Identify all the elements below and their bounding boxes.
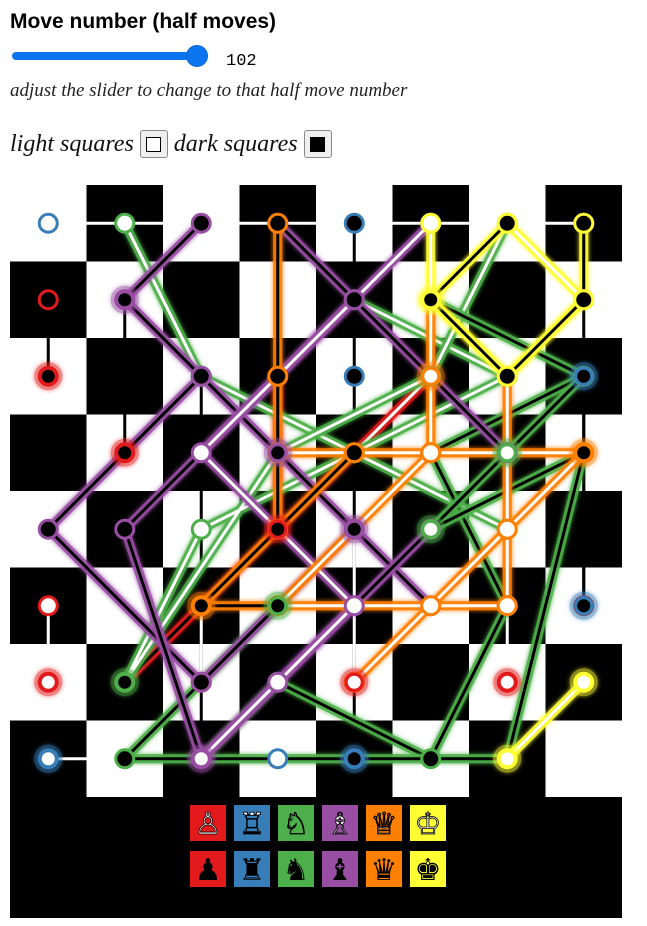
- light-squares-label: light squares: [10, 130, 134, 157]
- black-pawn-position: [268, 519, 288, 539]
- black-bishop-move-node: [343, 289, 365, 311]
- black-knight-icon: ♞: [278, 851, 314, 888]
- white-king-glyph: ♔: [415, 807, 442, 842]
- black-rook-position: [574, 366, 594, 386]
- black-queen-move-node: [343, 442, 365, 464]
- white-pawn-position: [497, 672, 517, 692]
- black-pawn-move-node: [37, 289, 59, 311]
- black-king-move-node: [496, 212, 518, 234]
- chess-board: ♙ ♖ ♘ ♗ ♕ ♔ ♟ ♜ ♞ ♝ ♛ ♚: [10, 185, 622, 918]
- black-bishop-move-node: [190, 212, 212, 234]
- slider-hint-text: adjust the slider to change to that half…: [10, 80, 408, 101]
- black-knight-position: [268, 596, 288, 616]
- dark-square-swatch: [310, 136, 326, 152]
- black-knight-position: [115, 672, 135, 692]
- black-rook-move-node: [343, 365, 365, 387]
- white-knight-position: [497, 443, 517, 463]
- black-bishop-icon: ♝: [322, 851, 358, 888]
- black-rook-position: [574, 596, 594, 616]
- black-queen-glyph: ♛: [371, 853, 398, 888]
- black-rook-position: [344, 749, 364, 769]
- move-number-slider[interactable]: [10, 44, 208, 68]
- black-queen-move-node: [267, 365, 289, 387]
- black-bishop-move-node: [190, 671, 212, 693]
- black-bishop-glyph: ♝: [327, 853, 354, 888]
- white-pawn-glyph: ♙: [195, 807, 222, 842]
- black-rook-move-node: [343, 212, 365, 234]
- white-knight-icon: ♘: [278, 805, 314, 842]
- black-knight-glyph: ♞: [283, 853, 310, 888]
- white-knight-move-node: [114, 212, 136, 234]
- board-square-h1: [545, 720, 622, 798]
- white-pawn-position: [344, 672, 364, 692]
- white-pawn-icon: ♙: [190, 805, 226, 842]
- black-king-move-node: [573, 289, 595, 311]
- white-queen-move-node: [420, 595, 442, 617]
- slider-track: [12, 52, 206, 60]
- slider-thumb[interactable]: [186, 45, 208, 67]
- white-bishop-move-node: [190, 442, 212, 464]
- dark-squares-label: dark squares: [173, 130, 298, 157]
- black-king-position: [421, 290, 441, 310]
- light-square-swatch: [146, 136, 162, 152]
- black-queen-position: [191, 596, 211, 616]
- black-queen-move-node: [267, 212, 289, 234]
- light-squares-color-picker[interactable]: [139, 130, 168, 158]
- white-bishop-move-node: [267, 671, 289, 693]
- white-pawn-move-node: [37, 595, 59, 617]
- white-rook-glyph: ♖: [239, 807, 266, 842]
- black-pawn-icon: ♟: [190, 851, 226, 888]
- white-bishop-position: [191, 749, 211, 769]
- white-rook-icon: ♖: [234, 805, 270, 842]
- black-knight-move-node: [420, 748, 442, 770]
- black-queen-position: [574, 443, 594, 463]
- white-queen-move-node: [420, 442, 442, 464]
- black-bishop-position: [344, 519, 364, 539]
- white-knight-move-node: [190, 518, 212, 540]
- black-bishop-position: [115, 290, 135, 310]
- white-pawn-position: [38, 672, 58, 692]
- page-title: Move number (half moves): [10, 10, 277, 33]
- black-king-move-node: [496, 365, 518, 387]
- white-knight-position: [421, 519, 441, 539]
- black-knight-move-node: [114, 748, 136, 770]
- white-king-position: [497, 749, 517, 769]
- legend-background: [10, 797, 622, 918]
- black-pawn-glyph: ♟: [195, 853, 222, 888]
- black-king-move-node: [573, 212, 595, 234]
- white-rook-move-node: [267, 748, 289, 770]
- black-king-glyph: ♚: [415, 853, 442, 888]
- black-king-icon: ♚: [410, 851, 446, 888]
- black-bishop-position: [268, 443, 288, 463]
- black-bishop-move-node: [37, 518, 59, 540]
- white-queen-move-node: [496, 518, 518, 540]
- white-rook-position: [38, 749, 58, 769]
- white-queen-move-node: [496, 595, 518, 617]
- square-color-controls: light squares dark squares: [10, 126, 338, 162]
- white-king-move-node: [420, 212, 442, 234]
- white-queen-glyph: ♕: [371, 807, 398, 842]
- white-knight-glyph: ♘: [283, 807, 310, 842]
- white-bishop-glyph: ♗: [327, 807, 354, 842]
- black-pawn-position: [115, 443, 135, 463]
- black-pawn-position: [38, 366, 58, 386]
- dark-squares-color-picker[interactable]: [303, 130, 332, 158]
- white-king-icon: ♔: [410, 805, 446, 842]
- black-queen-icon: ♛: [366, 851, 402, 888]
- white-rook-move-node: [37, 212, 59, 234]
- move-number-value: 102: [226, 52, 257, 71]
- white-queen-position: [421, 366, 441, 386]
- white-king-position: [574, 672, 594, 692]
- black-rook-glyph: ♜: [239, 853, 266, 888]
- board-square-a5: [10, 414, 87, 492]
- black-bishop-move-node: [190, 365, 212, 387]
- black-bishop-move-node: [114, 518, 136, 540]
- white-bishop-move-node: [343, 595, 365, 617]
- white-queen-icon: ♕: [366, 805, 402, 842]
- white-bishop-icon: ♗: [322, 805, 358, 842]
- black-rook-icon: ♜: [234, 851, 270, 888]
